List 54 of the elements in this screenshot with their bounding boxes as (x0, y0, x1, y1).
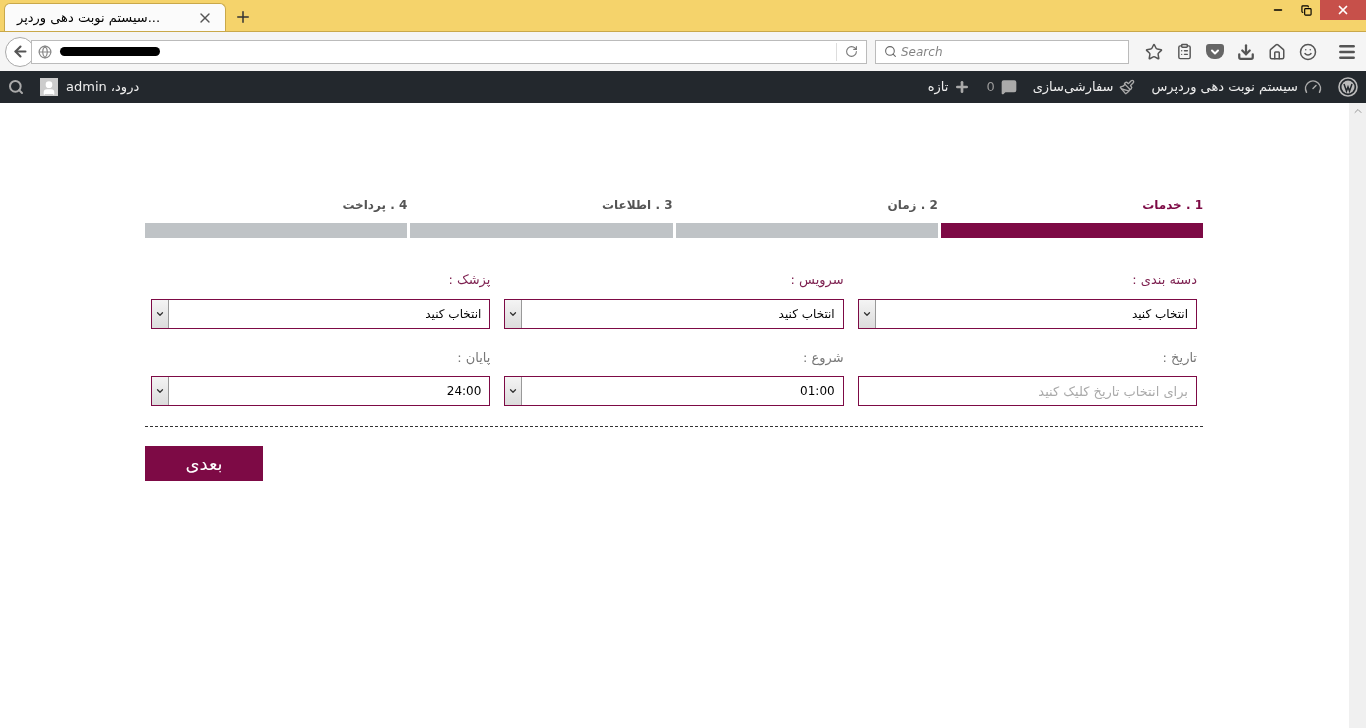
comment-count[interactable]: 0 (986, 77, 995, 97)
field-label: سرویس : (789, 271, 844, 290)
select-value: 01:00 (799, 383, 836, 400)
home-icon[interactable] (1268, 42, 1286, 61)
search-field[interactable]: Search (875, 39, 1129, 64)
brush-icon[interactable] (1119, 79, 1136, 95)
chevron-icon (508, 386, 519, 396)
close-icon (1336, 3, 1350, 17)
select-field[interactable]: 01:00 (504, 376, 844, 406)
address-field[interactable] (31, 39, 867, 64)
field-label: پایان : (456, 348, 491, 367)
field-label: تاریخ : (1161, 348, 1197, 367)
search-input[interactable]: Search (901, 42, 1120, 61)
customize-link[interactable]: سفارشی‌سازی (1032, 77, 1114, 97)
plus-icon[interactable] (954, 79, 971, 95)
select-value: انتخاب کنید (1130, 305, 1189, 323)
reload-icon[interactable] (845, 45, 858, 58)
select-value: انتخاب کنید (777, 305, 836, 323)
step-label[interactable]: 1 . خدمات (940, 196, 1203, 214)
search-icon (884, 45, 897, 58)
scrollbar[interactable] (1349, 103, 1366, 728)
next-button[interactable]: بعدی (145, 446, 263, 481)
step-label[interactable]: 3 . اطلاعات (410, 196, 673, 214)
pocket-icon[interactable] (1206, 44, 1224, 59)
field-label: دسته بندی : (1131, 271, 1197, 289)
step-label[interactable]: 2 . زمان (675, 196, 938, 214)
restore-icon (1300, 4, 1312, 16)
comment-icon[interactable] (1000, 79, 1017, 95)
select-field[interactable]: انتخاب کنید (151, 298, 491, 329)
step-label[interactable]: 4 . پرداخت (145, 196, 408, 214)
bookmark-star-icon[interactable] (1145, 42, 1163, 61)
download-icon[interactable] (1237, 42, 1255, 61)
chevron-icon (155, 386, 165, 396)
globe-icon (38, 44, 52, 59)
new-link[interactable]: تازه (927, 77, 949, 97)
select-field[interactable]: انتخاب کنید (857, 298, 1197, 329)
site-link[interactable]: سیستم نوبت دهی وردپرس (1151, 77, 1298, 97)
tab-title: ...سیستم نوبت دهی وردپر (17, 8, 161, 28)
select-field[interactable]: 24:00 (151, 376, 491, 406)
field-label: پزشک : (447, 271, 491, 290)
smiley-icon[interactable] (1299, 42, 1317, 61)
select-value: 24:00 (445, 383, 483, 400)
field-label: شروع : (802, 348, 844, 367)
wordpress-logo-icon[interactable] (1338, 77, 1358, 97)
reading-list-icon[interactable] (1176, 43, 1193, 60)
select-field[interactable]: انتخاب کنید (504, 298, 844, 329)
select-value: انتخاب کنید (424, 305, 483, 323)
greeting-link[interactable]: درود، admin (66, 77, 140, 97)
search-icon[interactable] (8, 79, 24, 95)
date-field[interactable]: برای انتخاب تاریخ کلیک کنید (857, 376, 1197, 406)
dashboard-icon[interactable] (1304, 78, 1322, 96)
new-tab-icon[interactable] (234, 8, 252, 26)
person-icon (41, 80, 57, 96)
browser-tab[interactable]: ...سیستم نوبت دهی وردپر (4, 3, 226, 31)
